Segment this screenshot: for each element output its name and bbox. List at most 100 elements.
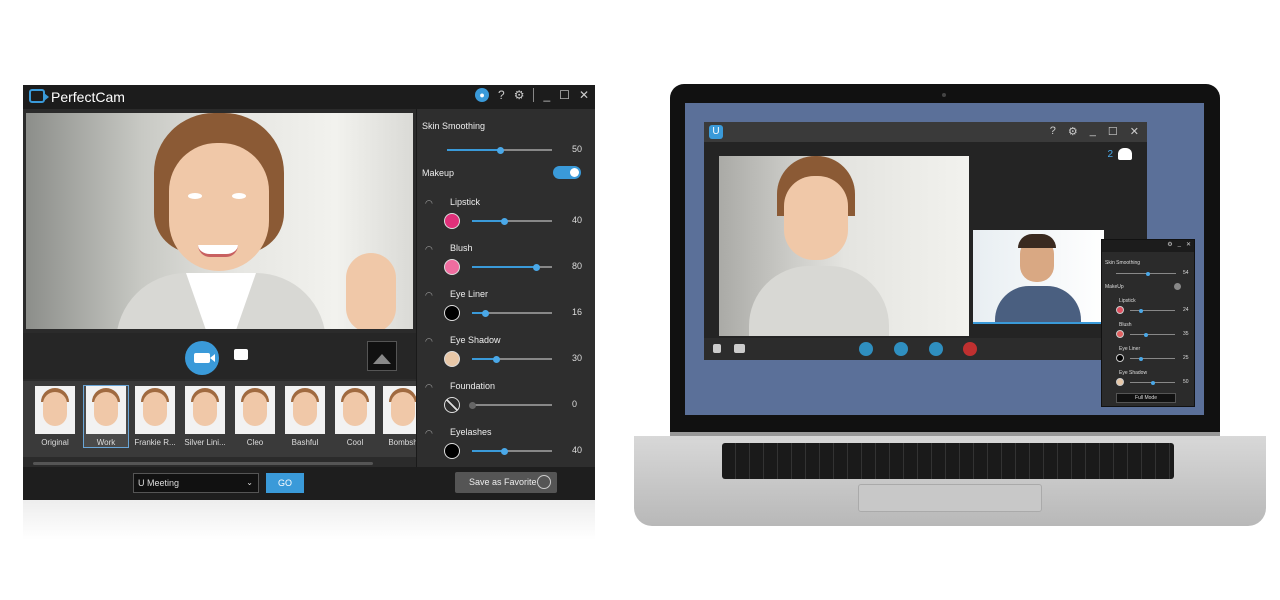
preset-item[interactable]: Cool	[333, 386, 377, 447]
mini-makeup-label: Eye Liner	[1119, 346, 1141, 352]
close-icon[interactable]: ✕	[1186, 241, 1191, 248]
chevron-down-icon: ⌄	[246, 478, 253, 487]
mini-color-swatch[interactable]	[1116, 330, 1124, 338]
minimize-icon[interactable]: _	[1090, 125, 1096, 138]
bell-icon[interactable]: ●	[475, 88, 490, 102]
preset-scrollbar[interactable]	[33, 462, 373, 465]
camera-icon[interactable]	[734, 344, 745, 353]
color-swatch[interactable]	[444, 259, 460, 275]
promo-stage: PerfectCam ● ? ⚙ _ ☐ ✕ Original Work Fra…	[0, 0, 1280, 600]
minimize-icon[interactable]: _	[1178, 241, 1181, 248]
preset-item-selected[interactable]: Work	[83, 385, 129, 448]
eye-icon: ◠	[425, 336, 433, 346]
minimize-icon[interactable]: _	[543, 88, 550, 102]
preset-item[interactable]: Original	[33, 386, 77, 447]
mini-makeup-label: Eye Shadow	[1119, 370, 1148, 376]
preset-item[interactable]: Frankie R...	[133, 386, 177, 447]
participants-icon[interactable]	[1118, 148, 1132, 160]
preset-strip: Original Work Frankie R... Silver Lini..…	[23, 381, 416, 457]
makeup-item-label: Foundation	[450, 381, 496, 391]
meeting-title-bar: U ? ⚙ _ ☐ ✕	[704, 122, 1147, 142]
slider-knob[interactable]	[481, 310, 489, 317]
close-icon[interactable]: ✕	[1130, 125, 1139, 138]
makeup-item: ◠ Eye Liner 16	[417, 285, 596, 331]
maximize-icon[interactable]: ☐	[1108, 125, 1118, 138]
slider-knob[interactable]	[493, 356, 500, 363]
makeup-slider[interactable]	[472, 404, 552, 406]
slider-knob[interactable]	[1139, 356, 1144, 361]
makeup-item-value: 30	[572, 353, 583, 363]
preset-item[interactable]: Bashful	[283, 386, 327, 447]
meeting-app-select[interactable]: U Meeting ⌄	[133, 473, 259, 493]
mini-slider[interactable]	[1130, 334, 1175, 335]
gallery-icon[interactable]	[367, 341, 397, 371]
title-bar: PerfectCam ● ? ⚙ _ ☐ ✕	[23, 85, 595, 109]
add-participant-icon[interactable]	[859, 342, 873, 356]
mini-slider[interactable]	[1130, 358, 1175, 359]
keyboard	[722, 443, 1174, 479]
close-icon[interactable]: ✕	[579, 88, 589, 102]
preset-item[interactable]: Bombsh	[381, 386, 416, 447]
makeup-item-value: 0	[572, 399, 578, 409]
settings-icon[interactable]: ⚙	[1068, 125, 1078, 138]
slider-knob[interactable]	[496, 147, 504, 154]
photo-camera-icon[interactable]	[234, 349, 248, 360]
mini-color-swatch[interactable]	[1116, 378, 1124, 386]
slider-knob[interactable]	[1143, 332, 1148, 337]
makeup-item-label: Lipstick	[450, 197, 481, 207]
mini-makeup-label: Blush	[1119, 322, 1132, 328]
mini-color-swatch[interactable]	[1116, 306, 1124, 314]
window-reflection	[23, 500, 595, 540]
mini-color-swatch[interactable]	[1116, 354, 1124, 362]
color-swatch[interactable]	[444, 351, 460, 367]
full-mode-button[interactable]: Full Mode	[1116, 393, 1176, 403]
slider-knob[interactable]	[533, 264, 540, 271]
foundation-icon: ◠	[425, 382, 433, 392]
slider-knob[interactable]	[469, 402, 476, 409]
perfectcam-window: PerfectCam ● ? ⚙ _ ☐ ✕ Original Work Fra…	[23, 85, 595, 500]
makeup-item-value: 16	[572, 307, 583, 317]
settings-icon[interactable]: ⚙	[514, 88, 525, 102]
end-call-icon[interactable]	[963, 342, 977, 356]
main-video-feed	[719, 156, 969, 336]
preset-item[interactable]: Cleo	[233, 386, 277, 447]
save-favorite-button[interactable]: Save as Favorite	[455, 472, 557, 493]
help-icon[interactable]: ?	[1050, 125, 1056, 138]
more-icon[interactable]	[929, 342, 943, 356]
slider-knob[interactable]	[1138, 308, 1143, 313]
makeup-item: ◠ Eye Shadow 30	[417, 331, 596, 377]
bottom-bar: U Meeting ⌄ GO Save as Favorite	[23, 467, 595, 500]
makeup-label: Makeup	[422, 168, 455, 178]
skin-smoothing-label: Skin Smoothing	[422, 121, 486, 131]
remote-video-feed	[973, 230, 1104, 324]
slider-knob[interactable]	[501, 448, 508, 455]
mini-slider[interactable]	[1130, 310, 1175, 311]
mini-makeup-label: Lipstick	[1119, 298, 1136, 304]
color-swatch[interactable]	[444, 397, 460, 413]
color-swatch[interactable]	[444, 213, 460, 229]
settings-icon[interactable]: ⚙	[1167, 241, 1172, 248]
mini-makeup-toggle[interactable]	[1174, 283, 1181, 290]
microphone-icon[interactable]	[713, 344, 721, 353]
maximize-icon[interactable]: ☐	[559, 88, 570, 102]
makeup-item-value: 80	[572, 261, 583, 271]
makeup-toggle[interactable]	[553, 166, 581, 179]
video-mode-button[interactable]	[185, 341, 219, 375]
preset-item[interactable]: Silver Lini...	[183, 386, 227, 447]
skin-smoothing-value: 50	[572, 144, 583, 154]
makeup-item-value: 40	[572, 215, 583, 225]
titlebar-divider	[533, 88, 535, 102]
help-icon[interactable]: ?	[498, 88, 505, 102]
share-screen-icon[interactable]	[894, 342, 908, 356]
makeup-item-label: Eye Liner	[450, 289, 489, 299]
color-swatch[interactable]	[444, 305, 460, 321]
slider-knob[interactable]	[1150, 380, 1155, 385]
capture-controls	[23, 333, 416, 379]
call-control-bar	[704, 338, 1147, 360]
color-swatch[interactable]	[444, 443, 460, 459]
slider-knob[interactable]	[501, 218, 508, 225]
makeup-item: ◠ Eyelashes 40	[417, 423, 596, 469]
go-button[interactable]: GO	[266, 473, 304, 493]
slider-fill	[472, 450, 504, 452]
favorite-star-icon	[537, 475, 551, 489]
